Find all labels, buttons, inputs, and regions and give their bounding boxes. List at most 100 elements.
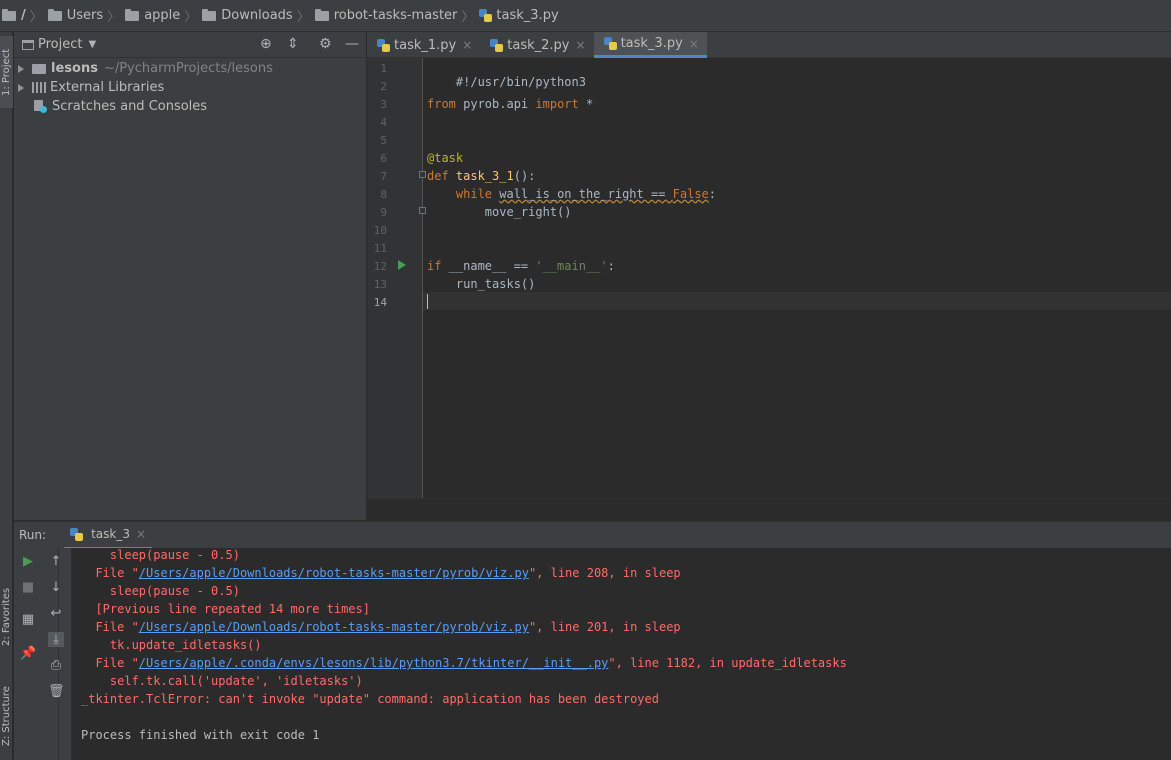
file-link[interactable]: /Users/apple/.conda/envs/lesons/lib/pyth…: [139, 656, 609, 670]
line-number: 9: [380, 206, 387, 219]
code-text: move_right(): [427, 205, 572, 219]
run-console[interactable]: sleep(pause - 0.5) File "/Users/apple/Do…: [71, 548, 1171, 760]
project-view-icon: [22, 39, 34, 50]
folder-icon: [314, 8, 329, 21]
close-icon[interactable]: ×: [689, 37, 699, 51]
line-number: 7: [380, 170, 387, 183]
console-line: File "/Users/apple/Downloads/robot-tasks…: [81, 566, 680, 580]
locate-icon[interactable]: ⊕: [260, 36, 272, 52]
print-icon[interactable]: ⎙: [48, 658, 64, 673]
project-view-selector[interactable]: Project: [38, 37, 82, 52]
file-link[interactable]: /Users/apple/Downloads/robot-tasks-maste…: [139, 566, 529, 580]
console-text: File ": [81, 656, 139, 670]
breadcrumb-file-label: task_3.py: [496, 8, 559, 23]
stop-icon[interactable]: ■: [20, 580, 36, 595]
favorites-tool-tab[interactable]: 2: Favorites: [0, 572, 13, 662]
breadcrumb-label: robot-tasks-master: [333, 8, 458, 23]
code-line-12: if __name__ == '__main__':: [427, 259, 615, 273]
library-icon: [32, 82, 46, 93]
scroll-to-end-icon[interactable]: ⤓: [48, 632, 64, 647]
breadcrumb-item-downloads[interactable]: Downloads 〉: [202, 0, 314, 31]
left-tool-stripe: 1: Project 2: Favorites Z: Structure: [0, 32, 13, 760]
breadcrumb-item-robot-tasks-master[interactable]: robot-tasks-master 〉: [314, 0, 480, 31]
breadcrumb-root-label: /: [21, 8, 26, 23]
breadcrumb-item-file[interactable]: task_3.py: [479, 0, 559, 31]
tab-task-1[interactable]: task_1.py ×: [367, 32, 480, 58]
chevron-right-icon: 〉: [107, 10, 121, 25]
code-editor[interactable]: 1 2 3 4 5 6 7 8 9 10 11 12 13 14 #!/usr/…: [367, 58, 1171, 520]
chevron-right-icon: 〉: [296, 10, 310, 25]
up-arrow-icon[interactable]: ↑: [48, 554, 64, 569]
line-number: 11: [373, 242, 387, 255]
fold-marker-icon[interactable]: [419, 171, 426, 178]
project-tool-tab[interactable]: 1: Project: [0, 36, 13, 108]
chevron-down-icon[interactable]: ▼: [88, 39, 96, 50]
breadcrumb-root[interactable]: / 〉: [2, 0, 48, 31]
expand-arrow-icon[interactable]: [18, 64, 24, 73]
breadcrumb-item-apple[interactable]: apple 〉: [125, 0, 202, 31]
tab-task-2[interactable]: task_2.py ×: [480, 32, 593, 58]
code-line-8: while wall_is_on_the_right == False:: [427, 187, 716, 201]
console-line: Process finished with exit code 1: [81, 728, 319, 742]
line-number: 2: [380, 80, 387, 93]
soft-wrap-icon[interactable]: ↩: [48, 606, 64, 621]
console-line: File "/Users/apple/Downloads/robot-tasks…: [81, 620, 680, 634]
code-text: pyrob.api: [455, 97, 536, 111]
tab-task-3[interactable]: task_3.py ×: [593, 32, 707, 58]
line-number: 10: [373, 224, 387, 237]
run-tab-task-3[interactable]: task_3 ×: [64, 522, 153, 549]
python-file-icon: [377, 38, 390, 52]
fold-marker-icon[interactable]: [419, 207, 426, 214]
folder-icon: [125, 8, 140, 21]
scratches-icon: [34, 100, 47, 113]
breadcrumb-label: Users: [66, 8, 104, 23]
breadcrumb-label: apple: [144, 8, 181, 23]
project-panel-header: Project ▼ ⊕ ⇕ ⚙ —: [14, 32, 366, 58]
tree-item-label: Scratches and Consoles: [52, 99, 208, 114]
hide-icon[interactable]: —: [345, 36, 359, 52]
line-number: 12: [373, 260, 387, 273]
folder-icon: [47, 8, 62, 21]
keyword-token: while: [455, 187, 493, 201]
string-token: '__main__': [535, 259, 608, 273]
breadcrumb-item-users[interactable]: Users 〉: [47, 0, 125, 31]
python-file-icon: [603, 37, 617, 50]
code-line-7: def task_3_1():: [427, 169, 535, 183]
collapse-all-icon[interactable]: ⇕: [287, 36, 299, 52]
console-text: sleep(pause - 0.5): [81, 548, 240, 562]
expand-arrow-icon[interactable]: [18, 83, 24, 92]
layout-icon[interactable]: ▦: [20, 612, 36, 627]
tree-item-scratches[interactable]: Scratches and Consoles: [34, 97, 207, 116]
pin-icon[interactable]: 📌: [20, 646, 36, 661]
tree-item-external-libraries[interactable]: External Libraries: [14, 78, 164, 97]
folder-icon: [32, 63, 46, 74]
down-arrow-icon[interactable]: ↓: [48, 580, 64, 595]
python-file-icon: [479, 9, 493, 22]
close-icon[interactable]: ×: [462, 38, 472, 52]
console-text: [Previous line repeated 14 more times]: [81, 602, 370, 616]
folder-icon: [202, 8, 217, 21]
line-number: 8: [380, 188, 387, 201]
run-gutter-icon[interactable]: [398, 260, 406, 270]
structure-tool-tab[interactable]: Z: Structure: [0, 672, 13, 760]
code-text: __name__ ==: [441, 259, 536, 273]
console-text: self.tk.call('update', 'idletasks'): [81, 674, 363, 688]
run-panel-header: Run: task_3 ×: [14, 521, 1171, 549]
rerun-icon[interactable]: ▶: [20, 554, 36, 569]
inspection-warning[interactable]: wall_is_on_the_right == False: [499, 187, 709, 201]
chevron-right-icon: 〉: [29, 10, 43, 25]
code-text: :: [708, 187, 717, 201]
trash-icon[interactable]: 🗑: [48, 684, 65, 699]
breadcrumb-label: Downloads: [221, 8, 293, 23]
gear-icon[interactable]: ⚙: [319, 36, 332, 52]
file-link[interactable]: /Users/apple/Downloads/robot-tasks-maste…: [139, 620, 529, 634]
text-caret: [427, 294, 428, 309]
line-number: 6: [380, 152, 387, 165]
line-number: 4: [380, 116, 387, 129]
tree-item-lesons[interactable]: lesons ~/PycharmProjects/lesons: [14, 59, 273, 78]
run-toolbar: ▶ ■ ▦ 📌 ↑ ↓ ↩ ⤓ ⎙ 🗑: [14, 548, 71, 760]
console-text: sleep(pause - 0.5): [81, 584, 240, 598]
close-icon[interactable]: ×: [576, 38, 586, 52]
close-icon[interactable]: ×: [136, 527, 146, 541]
